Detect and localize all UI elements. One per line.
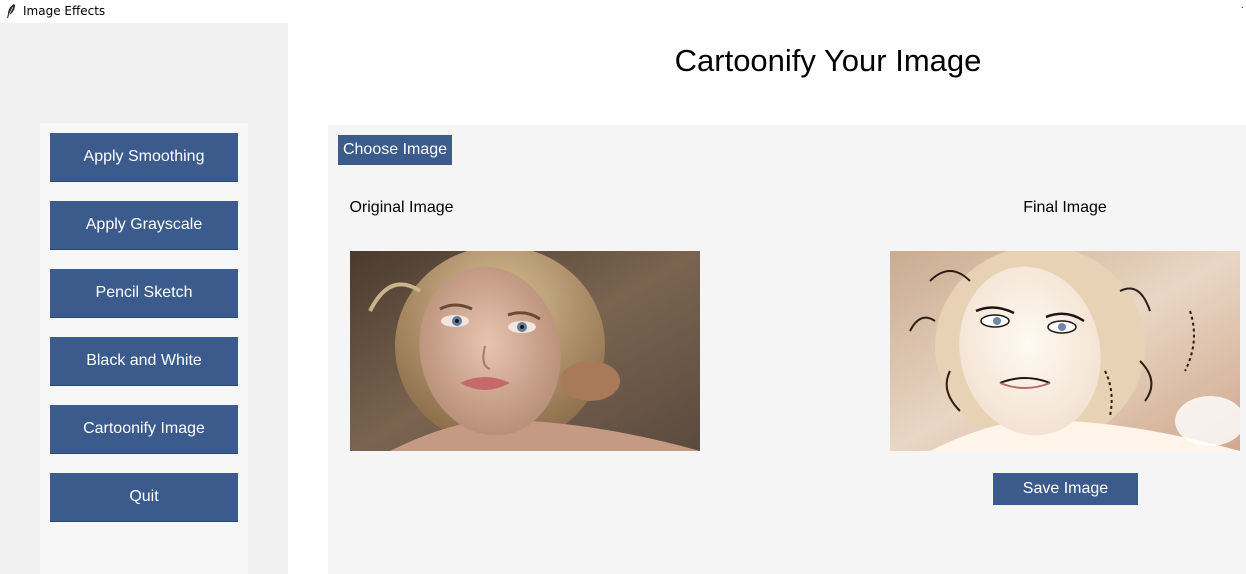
original-image [350,251,700,451]
final-image-label: Final Image [1023,199,1107,216]
feather-icon [7,4,15,18]
window-corner-mark: · [1240,2,1244,13]
quit-button[interactable]: Quit [50,473,238,522]
window-title: Image Effects [23,4,106,18]
original-image-label: Original Image [349,199,454,216]
black-and-white-button[interactable]: Black and White [50,337,238,386]
apply-grayscale-button[interactable]: Apply Grayscale [50,201,238,250]
final-image [890,251,1240,451]
choose-image-button[interactable]: Choose Image [338,135,452,165]
cartoonify-image-button[interactable]: Cartoonify Image [50,405,238,454]
pencil-sketch-button[interactable]: Pencil Sketch [50,269,238,318]
title-bar: Image Effects · [0,0,1246,23]
save-image-button[interactable]: Save Image [993,473,1138,505]
page-title: Cartoonify Your Image [674,43,982,78]
apply-smoothing-button[interactable]: Apply Smoothing [50,133,238,182]
